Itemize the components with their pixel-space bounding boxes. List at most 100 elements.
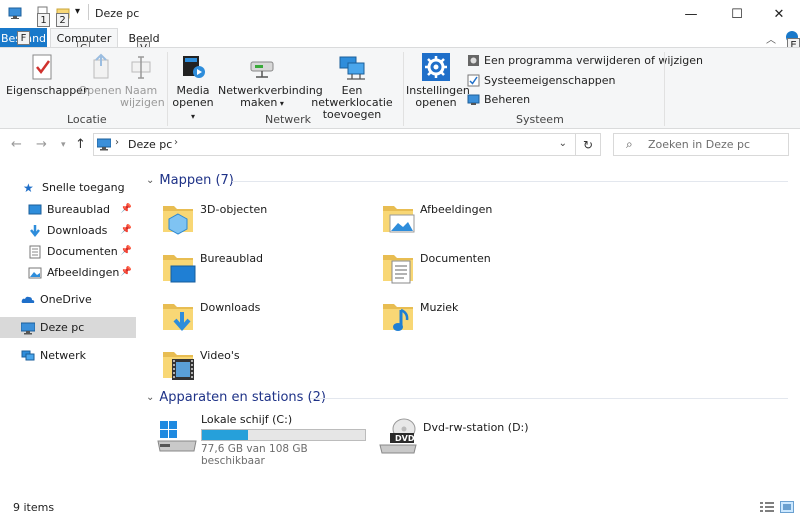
pin-icon: 📌	[120, 204, 132, 214]
sidebar-item-this-pc[interactable]: Deze pc	[0, 317, 136, 338]
properties-button[interactable]: Eigenschappen	[6, 52, 90, 97]
minimize-button[interactable]: —	[668, 0, 714, 28]
open-media-label-2: openen	[172, 96, 214, 109]
open-label: Openen	[78, 84, 122, 97]
search-placeholder: Zoeken in Deze pc	[648, 138, 751, 151]
open-settings-label-2: openen	[415, 96, 457, 109]
map-network-drive-button[interactable]: Netwerkverbinding maken ▾	[218, 52, 323, 110]
recent-locations-chevron-icon[interactable]: ▾	[61, 140, 66, 150]
folder-name: Downloads	[200, 301, 261, 314]
folder-pictures[interactable]: Afbeeldingen	[380, 198, 580, 242]
forward-arrow-icon[interactable]: →	[36, 137, 47, 152]
sidebar-item-label: Netwerk	[40, 349, 86, 362]
sidebar-item-label: Deze pc	[40, 321, 85, 334]
this-pc-icon	[21, 322, 35, 334]
sidebar-item-documents[interactable]: Documenten 📌	[0, 241, 136, 262]
folders-section-header[interactable]: ⌄ Mappen (7)	[146, 173, 234, 188]
folder-name: Documenten	[420, 252, 491, 265]
breadcrumb-chevron-icon[interactable]: ›	[174, 137, 178, 148]
sidebar-item-desktop[interactable]: Bureaublad 📌	[0, 199, 136, 220]
search-input[interactable]: ⌕ Zoeken in Deze pc	[613, 133, 789, 156]
ribbon-collapse-chevron-icon[interactable]: ︿	[766, 31, 776, 46]
open-settings-button[interactable]: Instellingen openen	[406, 52, 470, 109]
rename-icon	[131, 56, 151, 79]
drive-c-free-space: 77,6 GB van 108 GB beschikbaar	[201, 443, 308, 467]
folder-pictures-icon	[383, 206, 415, 233]
pictures-icon	[28, 267, 42, 278]
folder-3d-objects[interactable]: 3D-objecten	[160, 198, 360, 242]
back-arrow-icon[interactable]: ←	[11, 137, 22, 152]
sidebar-item-label: Documenten	[47, 245, 118, 258]
open-icon	[93, 53, 109, 79]
details-view-icon[interactable]	[760, 501, 774, 513]
group-label-systeem: Systeem	[516, 113, 564, 126]
document-icon	[29, 245, 41, 258]
desktop-icon	[28, 204, 42, 214]
sidebar-item-downloads[interactable]: Downloads 📌	[0, 220, 136, 241]
folder-name: Video's	[200, 349, 240, 362]
folder-desktop[interactable]: Bureaublad	[160, 247, 360, 291]
folder-name: Muziek	[420, 301, 459, 314]
add-network-location-label-1: Een netwerklocatie	[311, 84, 393, 109]
refresh-button[interactable]: ↻	[576, 133, 601, 156]
this-pc-icon	[97, 138, 111, 151]
pin-icon: 📌	[120, 246, 132, 256]
sidebar-item-network[interactable]: Netwerk	[0, 345, 136, 366]
drive-c-info: Lokale schijf (C:) 77,6 GB van 108 GB be…	[201, 413, 371, 467]
ribbon-separator	[403, 52, 404, 126]
up-arrow-icon[interactable]: ↑	[75, 137, 86, 152]
sidebar-item-quick-access[interactable]: ★ Snelle toegang	[0, 177, 136, 198]
network-drive-icon	[250, 61, 274, 78]
devices-section-header[interactable]: ⌄ Apparaten en stations (2)	[146, 390, 326, 405]
sidebar-item-pictures[interactable]: Afbeeldingen 📌	[0, 262, 136, 283]
ribbon: Eigenschappen Openen Naam wijzigen Locat…	[0, 47, 800, 129]
address-dropdown-chevron-icon[interactable]: ⌄	[559, 138, 567, 149]
folder-documents-icon	[383, 255, 413, 284]
folders-section-title: Mappen (7)	[159, 173, 234, 188]
close-button[interactable]: ✕	[756, 0, 800, 28]
folder-music[interactable]: Muziek	[380, 296, 580, 340]
group-label-locatie: Locatie	[67, 113, 107, 126]
network-location-icon	[339, 56, 365, 80]
breadcrumb-chevron-icon[interactable]: ›	[115, 137, 119, 148]
uninstall-icon	[468, 55, 479, 66]
sidebar-item-onedrive[interactable]: OneDrive	[0, 289, 136, 310]
drive-c-usage-fill	[202, 430, 248, 440]
drive-c-name: Lokale schijf (C:)	[201, 413, 293, 426]
breadcrumb-this-pc[interactable]: Deze pc	[128, 138, 172, 151]
open-button[interactable]: Openen	[78, 52, 122, 97]
large-icons-view-icon[interactable]	[780, 501, 794, 513]
drive-d[interactable]: DVD Dvd-rw-station (D:)	[378, 413, 558, 457]
pin-icon: 📌	[120, 267, 132, 277]
system-properties-icon	[467, 74, 480, 87]
network-icon	[21, 350, 35, 360]
uninstall-program-button[interactable]: Een programma verwijderen of wijzigen	[467, 54, 703, 67]
open-media-button[interactable]: Media openen ▾	[170, 52, 216, 123]
folder-documents[interactable]: Documenten	[380, 247, 580, 291]
ribbon-separator	[664, 52, 665, 126]
sidebar-item-label: Afbeeldingen	[47, 266, 120, 279]
item-count: 9 items	[13, 501, 55, 514]
folder-downloads[interactable]: Downloads	[160, 296, 360, 340]
keytip-1: 1	[37, 13, 50, 27]
address-bar[interactable]: › Deze pc › ⌄	[93, 133, 576, 156]
folder-name: 3D-objecten	[200, 203, 268, 216]
local-disk-icon	[157, 421, 197, 452]
group-label-netwerk: Netwerk	[265, 113, 311, 126]
ribbon-separator	[167, 52, 168, 126]
status-bar: 9 items	[0, 496, 800, 518]
add-network-location-button[interactable]: Een netwerklocatie toevoegen	[306, 52, 398, 121]
pin-icon: 📌	[120, 225, 132, 235]
drive-d-name: Dvd-rw-station (D:)	[423, 421, 529, 434]
system-properties-button[interactable]: Systeemeigenschappen	[467, 74, 616, 87]
rename-button[interactable]: Naam wijzigen	[120, 52, 165, 109]
maximize-button[interactable]: ☐	[714, 0, 760, 28]
this-pc-icon[interactable]	[8, 6, 22, 20]
manage-button[interactable]: Beheren	[467, 93, 530, 106]
folder-videos[interactable]: Video's	[160, 344, 360, 388]
drive-c[interactable]: Lokale schijf (C:) 77,6 GB van 108 GB be…	[156, 413, 371, 467]
drive-c-usage-bar	[201, 429, 366, 441]
devices-section-title: Apparaten en stations (2)	[159, 390, 326, 405]
manage-label: Beheren	[484, 93, 531, 106]
customize-qat-chevron-icon[interactable]: ▾	[75, 6, 80, 17]
